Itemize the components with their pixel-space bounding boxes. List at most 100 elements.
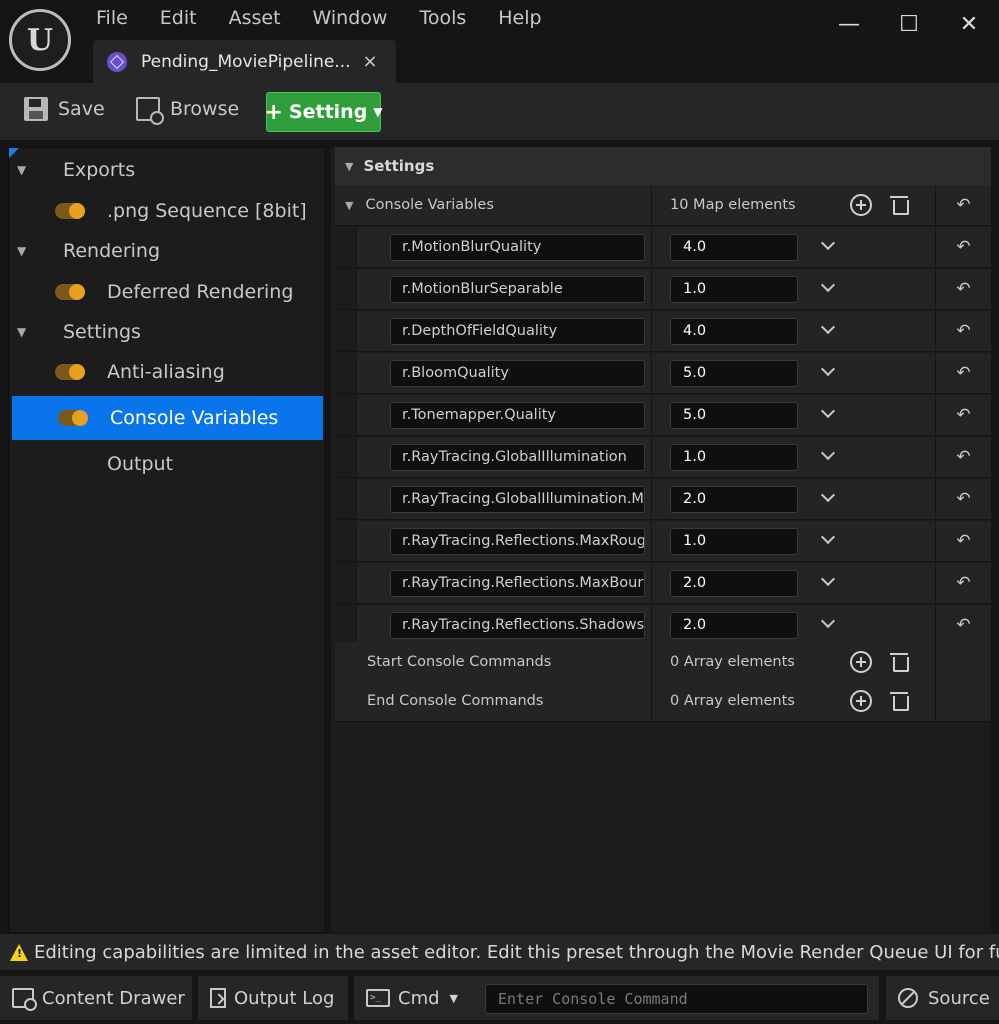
reset-to-default-icon[interactable]: ↶ xyxy=(956,489,970,509)
enable-toggle[interactable] xyxy=(55,364,85,380)
trash-icon[interactable] xyxy=(890,691,909,711)
collapse-caret-icon[interactable]: ▼ xyxy=(17,325,26,339)
tree-item-deferred-rendering[interactable]: Deferred Rendering xyxy=(9,270,325,314)
map-value-input[interactable]: 1.0 xyxy=(670,528,798,555)
property-label: End Console Commands xyxy=(367,693,544,709)
menu-edit[interactable]: Edit xyxy=(144,0,213,36)
chevron-down-icon[interactable] xyxy=(818,572,838,592)
reset-to-default-icon[interactable]: ↶ xyxy=(956,363,970,383)
reset-to-default-icon[interactable]: ↶ xyxy=(956,237,970,257)
collapse-caret-icon[interactable]: ▼ xyxy=(345,160,353,173)
add-element-icon[interactable] xyxy=(850,651,872,673)
map-key-input[interactable]: r.RayTracing.Reflections.MaxRoug xyxy=(390,528,645,555)
chevron-down-icon[interactable] xyxy=(818,530,838,550)
details-panel: ▼ Settings ▼ Console Variables 10 Map el… xyxy=(331,147,991,933)
reset-to-default-icon[interactable]: ↶ xyxy=(956,531,970,551)
map-value-input[interactable]: 4.0 xyxy=(670,234,798,261)
menu-help[interactable]: Help xyxy=(482,0,557,36)
cmd-selector-label[interactable]: Cmd xyxy=(398,988,440,1009)
collapse-caret-icon[interactable]: ▼ xyxy=(17,163,26,177)
save-button[interactable]: Save xyxy=(24,97,105,121)
browse-label: Browse xyxy=(170,98,240,120)
content-drawer-button[interactable]: Content Drawer xyxy=(0,976,192,1020)
map-value-input[interactable]: 2.0 xyxy=(670,486,798,513)
reset-to-default-icon[interactable]: ↶ xyxy=(956,615,970,635)
map-key-input[interactable]: r.RayTracing.GlobalIllumination.M xyxy=(390,486,645,513)
reset-to-default-icon[interactable]: ↶ xyxy=(956,279,970,299)
property-label: Start Console Commands xyxy=(367,654,552,670)
unreal-logo-icon[interactable]: U xyxy=(9,9,71,71)
chevron-down-icon[interactable] xyxy=(818,362,838,382)
tree-group-settings[interactable]: ▼ Settings xyxy=(9,310,325,354)
add-element-icon[interactable] xyxy=(850,194,872,216)
map-key-input[interactable]: r.MotionBlurQuality xyxy=(390,234,645,261)
tree-item-anti-aliasing[interactable]: Anti-aliasing xyxy=(9,350,325,394)
collapse-caret-icon[interactable]: ▼ xyxy=(345,199,353,212)
chevron-down-icon[interactable] xyxy=(818,236,838,256)
menu-file[interactable]: File xyxy=(80,0,144,36)
add-element-icon[interactable] xyxy=(850,690,872,712)
menu-window[interactable]: Window xyxy=(297,0,404,36)
chevron-down-icon[interactable] xyxy=(818,446,838,466)
tree-group-rendering[interactable]: ▼ Rendering xyxy=(9,229,325,273)
indent-bar xyxy=(335,479,357,519)
console-command-input[interactable] xyxy=(485,984,868,1014)
map-key-input[interactable]: r.DepthOfFieldQuality xyxy=(390,318,645,345)
map-key-cell: r.RayTracing.Reflections.MaxBour xyxy=(335,563,650,603)
source-control-label: Source xyxy=(928,987,990,1009)
preset-asset-icon xyxy=(107,51,127,72)
reset-cell xyxy=(935,642,991,682)
map-value-input[interactable]: 4.0 xyxy=(670,318,798,345)
maximize-button[interactable]: ☐ xyxy=(879,0,939,48)
editing-limited-warning: Editing capabilities are limited in the … xyxy=(0,934,999,970)
menu-tools[interactable]: Tools xyxy=(403,0,482,36)
asset-tab[interactable]: Pending_MoviePipeline... × xyxy=(93,40,396,83)
reset-to-default-icon[interactable]: ↶ xyxy=(956,573,970,593)
trash-icon[interactable] xyxy=(890,195,909,215)
enable-toggle[interactable] xyxy=(55,203,85,219)
browse-button[interactable]: Browse xyxy=(136,97,240,125)
trash-icon[interactable] xyxy=(890,652,909,672)
tree-item-output[interactable]: Output xyxy=(9,442,325,486)
map-value-input[interactable]: 5.0 xyxy=(670,402,798,429)
chevron-down-icon[interactable] xyxy=(818,278,838,298)
map-key-input[interactable]: r.Tonemapper.Quality xyxy=(390,402,645,429)
source-control-button[interactable]: Source xyxy=(886,976,999,1020)
map-value-input[interactable]: 1.0 xyxy=(670,444,798,471)
map-key-input[interactable]: r.RayTracing.Reflections.MaxBour xyxy=(390,570,645,597)
map-value-input[interactable]: 2.0 xyxy=(670,570,798,597)
map-key-input[interactable]: r.BloomQuality xyxy=(390,360,645,387)
tree-item-label: Deferred Rendering xyxy=(107,281,294,303)
tree-item-png-sequence[interactable]: .png Sequence [8bit] xyxy=(9,189,325,233)
enable-toggle[interactable] xyxy=(55,284,85,300)
map-entry-row: r.RayTracing.GlobalIllumination 1.0 ↶ xyxy=(335,437,991,478)
tab-close-icon[interactable]: × xyxy=(363,51,378,72)
reset-to-default-icon[interactable]: ↶ xyxy=(956,321,970,341)
enable-toggle[interactable] xyxy=(58,410,88,426)
map-key-input[interactable]: r.RayTracing.Reflections.Shadows xyxy=(390,612,645,639)
minimize-button[interactable]: — xyxy=(819,0,879,48)
chevron-down-icon[interactable] xyxy=(818,320,838,340)
map-key-input[interactable]: r.MotionBlurSeparable xyxy=(390,276,645,303)
map-value-input[interactable]: 2.0 xyxy=(670,612,798,639)
map-key-input[interactable]: r.RayTracing.GlobalIllumination xyxy=(390,444,645,471)
tree-item-console-variables[interactable]: Console Variables xyxy=(12,396,323,440)
chevron-down-icon[interactable] xyxy=(818,404,838,424)
reset-to-default-icon[interactable]: ↶ xyxy=(956,405,970,425)
collapse-caret-icon[interactable]: ▼ xyxy=(17,244,26,258)
chevron-down-icon[interactable] xyxy=(818,614,838,634)
map-value-input[interactable]: 5.0 xyxy=(670,360,798,387)
plus-icon: + xyxy=(264,99,283,125)
output-log-button[interactable]: Output Log xyxy=(198,976,348,1020)
property-value-cell: 0 Array elements xyxy=(651,681,934,721)
tree-group-exports[interactable]: ▼ Exports xyxy=(9,148,325,192)
map-value-input[interactable]: 1.0 xyxy=(670,276,798,303)
add-setting-button[interactable]: + Setting ▼ xyxy=(264,92,383,132)
settings-section-header[interactable]: ▼ Settings xyxy=(335,147,991,185)
chevron-down-icon[interactable]: ▼ xyxy=(450,992,458,1005)
reset-to-default-icon[interactable]: ↶ xyxy=(956,195,970,215)
close-window-button[interactable]: ✕ xyxy=(939,0,999,48)
menu-asset[interactable]: Asset xyxy=(213,0,297,36)
reset-to-default-icon[interactable]: ↶ xyxy=(956,447,970,467)
chevron-down-icon[interactable] xyxy=(818,488,838,508)
